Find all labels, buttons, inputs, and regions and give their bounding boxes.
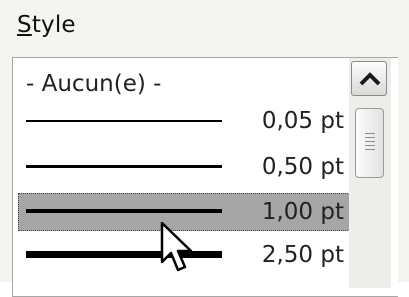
list-item-none[interactable]: - Aucun(e) -	[18, 64, 356, 102]
style-panel: Style - Aucun(e) - 0,05 pt 0,50 pt 1,00 …	[0, 0, 409, 297]
style-label-rest: tyle	[31, 12, 76, 38]
style-label: Style	[17, 12, 76, 38]
line-style-listbox[interactable]: - Aucun(e) - 0,05 pt 0,50 pt 1,00 pt 2,5…	[12, 57, 398, 297]
line-sample-0-50pt	[26, 165, 222, 168]
list-item-0-05pt[interactable]: 0,05 pt	[18, 102, 356, 140]
list-item-label: 0,50 pt	[261, 154, 344, 180]
list-item-label: 2,50 pt	[261, 242, 344, 268]
mouse-pointer-icon	[160, 222, 193, 272]
list-item-label: 0,05 pt	[261, 108, 344, 134]
line-sample-0-05pt	[26, 120, 222, 122]
list-item-label: - Aucun(e) -	[26, 71, 162, 97]
scroll-thumb[interactable]	[355, 108, 384, 178]
list-item-0-50pt[interactable]: 0,50 pt	[18, 148, 356, 186]
line-sample-1-00pt	[26, 209, 222, 213]
vertical-scrollbar[interactable]	[349, 58, 391, 288]
style-label-accelerator: S	[17, 12, 32, 38]
scroll-up-button[interactable]	[351, 61, 387, 96]
list-item-label: 1,00 pt	[261, 199, 344, 225]
chevron-up-icon	[359, 72, 381, 86]
